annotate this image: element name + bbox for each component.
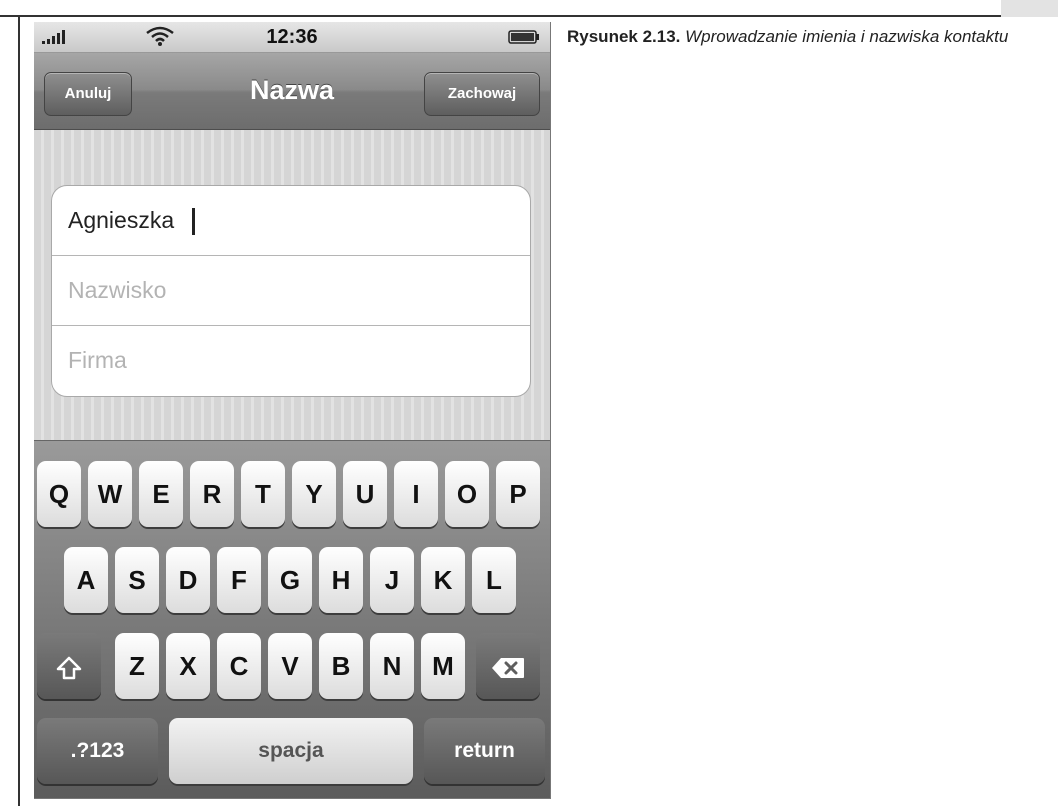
key-j[interactable]: J <box>370 547 414 613</box>
key-p[interactable]: P <box>496 461 540 527</box>
caption-text: Wprowadzanie imienia i nazwiska kontaktu <box>685 27 1009 46</box>
company-row <box>52 326 530 396</box>
last-name-row <box>52 256 530 326</box>
key-c[interactable]: C <box>217 633 261 699</box>
nav-title: Nazwa <box>249 75 335 105</box>
return-key[interactable]: return <box>424 718 545 784</box>
key-m[interactable]: M <box>421 633 465 699</box>
battery-icon <box>508 30 539 44</box>
key-k[interactable]: K <box>421 547 465 613</box>
key-d[interactable]: D <box>166 547 210 613</box>
key-u[interactable]: U <box>343 461 387 527</box>
status-time: 12:36 <box>266 26 318 48</box>
cancel-button[interactable]: Anuluj <box>44 72 132 116</box>
last-name-field[interactable] <box>68 256 508 324</box>
key-l[interactable]: L <box>472 547 516 613</box>
key-y[interactable]: Y <box>292 461 336 527</box>
text-cursor <box>192 208 195 235</box>
key-x[interactable]: X <box>166 633 210 699</box>
delete-key[interactable] <box>476 633 540 699</box>
iphone-screenshot: 12:36 Anuluj Nazwa Zachowaj Q W <box>34 22 551 799</box>
key-a[interactable]: A <box>64 547 108 613</box>
shift-key[interactable] <box>37 633 101 699</box>
numbers-key[interactable]: .?123 <box>37 718 158 784</box>
key-n[interactable]: N <box>370 633 414 699</box>
key-e[interactable]: E <box>139 461 183 527</box>
space-key[interactable]: spacja <box>169 718 413 784</box>
key-i[interactable]: I <box>394 461 438 527</box>
shift-arrow-icon <box>56 656 82 680</box>
key-t[interactable]: T <box>241 461 285 527</box>
key-h[interactable]: H <box>319 547 363 613</box>
navigation-bar: Anuluj Nazwa Zachowaj <box>34 53 550 130</box>
figure-caption: Rysunek 2.13. Wprowadzanie imienia i naz… <box>567 25 1052 49</box>
key-z[interactable]: Z <box>115 633 159 699</box>
key-f[interactable]: F <box>217 547 261 613</box>
key-s[interactable]: S <box>115 547 159 613</box>
key-r[interactable]: R <box>190 461 234 527</box>
form-area <box>34 130 550 440</box>
page-top-rule <box>0 15 1001 17</box>
page-left-rule <box>18 15 20 806</box>
key-w[interactable]: W <box>88 461 132 527</box>
key-q[interactable]: Q <box>37 461 81 527</box>
backspace-icon <box>492 658 524 679</box>
page-corner-tab <box>1001 0 1058 17</box>
onscreen-keyboard: Q W E R T Y U I O P A S D F G H J K L Z … <box>34 440 550 798</box>
company-field[interactable] <box>68 326 508 394</box>
first-name-row <box>52 186 530 256</box>
status-bar: 12:36 <box>34 22 550 53</box>
key-b[interactable]: B <box>319 633 363 699</box>
first-name-field[interactable] <box>68 186 508 254</box>
caption-label: Rysunek 2.13. <box>567 27 681 46</box>
key-g[interactable]: G <box>268 547 312 613</box>
save-button[interactable]: Zachowaj <box>424 72 540 116</box>
name-form-group <box>51 185 531 397</box>
key-v[interactable]: V <box>268 633 312 699</box>
key-o[interactable]: O <box>445 461 489 527</box>
